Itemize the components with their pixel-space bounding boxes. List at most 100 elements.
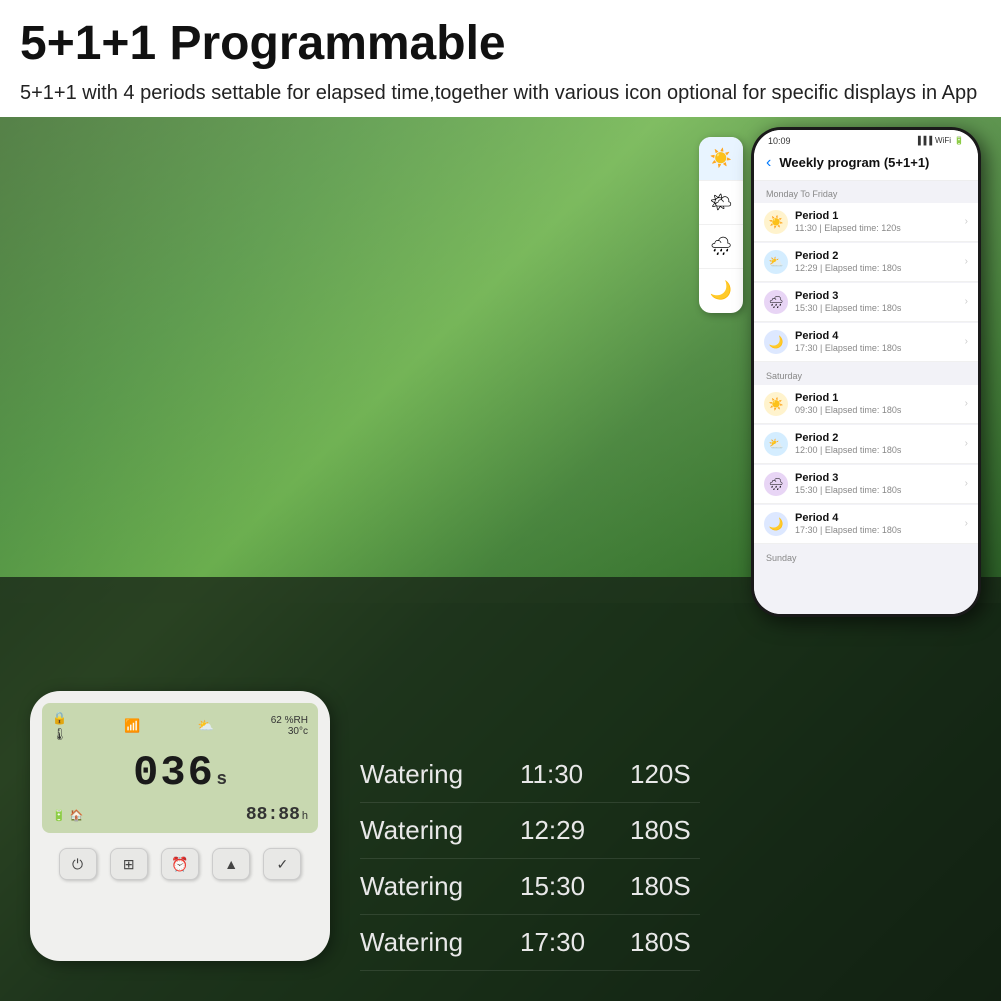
period-chevron-1-1: › <box>965 438 968 449</box>
period-icon-0-0: ☀️ <box>764 210 788 234</box>
schedule-labels: Watering 11:30 120S Watering 12:29 180S … <box>360 747 700 971</box>
period-icon-0-3: 🌙 <box>764 330 788 354</box>
period-name-0-0: Period 1 <box>795 210 958 222</box>
phone-section-label-2: Sunday <box>754 545 978 567</box>
phone-time: 10:09 <box>768 136 791 146</box>
schedule-label-0: Watering <box>360 759 490 790</box>
phone-content[interactable]: Monday To Friday ☀️ Period 1 11:30 | Ela… <box>754 181 978 614</box>
period-chevron-1-2: › <box>965 478 968 489</box>
period-chevron-0-0: › <box>965 216 968 227</box>
phone-section-label-0: Monday To Friday <box>754 181 978 203</box>
main-title: 5+1+1 Programmable <box>20 18 981 71</box>
period-info-0-2: Period 3 15:30 | Elapsed time: 180s <box>795 290 958 313</box>
main-area: 🔒 🌡 📶 ⛅ 62 %RH 30°c 036 s <box>0 117 1001 1001</box>
schedule-time-3: 17:30 <box>520 927 600 958</box>
icon-strip-item-2[interactable]: 🌧 <box>699 225 743 269</box>
time-row: 88:88 h <box>246 805 308 825</box>
device-btn-power[interactable]: ⏻ <box>59 848 97 880</box>
schedule-duration-2: 180S <box>630 871 700 902</box>
phone-period-item-0-3[interactable]: 🌙 Period 4 17:30 | Elapsed time: 180s › <box>754 323 978 362</box>
period-info-0-3: Period 4 17:30 | Elapsed time: 180s <box>795 330 958 353</box>
period-chevron-0-3: › <box>965 336 968 347</box>
period-chevron-1-3: › <box>965 518 968 529</box>
schedule-time-1: 12:29 <box>520 815 600 846</box>
phone-header-title: Weekly program (5+1+1) <box>779 155 929 170</box>
icon-strip-item-3[interactable]: 🌙 <box>699 269 743 313</box>
period-icon-1-1: ⛅ <box>764 432 788 456</box>
period-time-0-1: 12:29 | Elapsed time: 180s <box>795 263 958 273</box>
phone-period-item-1-2[interactable]: 🌧 Period 3 15:30 | Elapsed time: 180s › <box>754 465 978 504</box>
temp-display: 30°c <box>288 726 308 737</box>
phone-screen: 10:09 ▐▐▐ WiFi 🔋 ‹ Weekly program (5+1+1… <box>754 130 978 614</box>
phone-period-item-0-0[interactable]: ☀️ Period 1 11:30 | Elapsed time: 120s › <box>754 203 978 242</box>
period-info-1-2: Period 3 15:30 | Elapsed time: 180s <box>795 472 958 495</box>
signal-icon: ▐▐▐ <box>915 136 932 145</box>
icon-strip-item-0[interactable]: ☀️ <box>699 137 743 181</box>
schedule-row-3: Watering 17:30 180S <box>360 915 700 971</box>
temp-icon: 🌡 <box>52 727 67 741</box>
screen-number: 036 <box>133 749 215 797</box>
phone-period-item-1-3[interactable]: 🌙 Period 4 17:30 | Elapsed time: 180s › <box>754 505 978 544</box>
cloud-icon: ⛅ <box>198 718 214 734</box>
screen-icons-left: 🔒 🌡 <box>52 711 67 741</box>
schedule-label-2: Watering <box>360 871 490 902</box>
period-info-1-1: Period 2 12:00 | Elapsed time: 180s <box>795 432 958 455</box>
device-btn-menu[interactable]: ⊞ <box>110 848 148 880</box>
phone-section-label-1: Saturday <box>754 363 978 385</box>
device-body: 🔒 🌡 📶 ⛅ 62 %RH 30°c 036 s <box>30 691 330 961</box>
device-btn-confirm[interactable]: ✓ <box>263 848 301 880</box>
humidity-display: 62 %RH <box>271 715 308 726</box>
time-display: 88:88 <box>246 805 300 825</box>
schedule-row-0: Watering 11:30 120S <box>360 747 700 803</box>
phone-nav: ‹ Weekly program (5+1+1) <box>766 154 966 172</box>
period-icon-0-1: ⛅ <box>764 250 788 274</box>
period-info-0-1: Period 2 12:29 | Elapsed time: 180s <box>795 250 958 273</box>
period-name-1-0: Period 1 <box>795 392 958 404</box>
wifi-icon: 📶 <box>124 718 140 734</box>
period-chevron-0-2: › <box>965 296 968 307</box>
period-time-0-2: 15:30 | Elapsed time: 180s <box>795 303 958 313</box>
lock-icon: 🔒 <box>52 711 67 725</box>
screen-right-info: 62 %RH 30°c <box>271 715 308 737</box>
phone-container: 10:09 ▐▐▐ WiFi 🔋 ‹ Weekly program (5+1+1… <box>751 127 981 617</box>
phone-period-item-1-0[interactable]: ☀️ Period 1 09:30 | Elapsed time: 180s › <box>754 385 978 424</box>
schedule-row-2: Watering 15:30 180S <box>360 859 700 915</box>
phone-back-button[interactable]: ‹ <box>766 154 771 172</box>
period-icon-1-2: 🌧 <box>764 472 788 496</box>
schedule-time-0: 11:30 <box>520 759 600 790</box>
period-info-0-0: Period 1 11:30 | Elapsed time: 120s <box>795 210 958 233</box>
period-time-1-3: 17:30 | Elapsed time: 180s <box>795 525 958 535</box>
schedule-label-3: Watering <box>360 927 490 958</box>
schedule-row-1: Watering 12:29 180S <box>360 803 700 859</box>
device-btn-up[interactable]: ▲ <box>212 848 250 880</box>
battery-status-icon: 🔋 <box>954 136 964 145</box>
phone-period-item-0-2[interactable]: 🌧 Period 3 15:30 | Elapsed time: 180s › <box>754 283 978 322</box>
phone-period-item-0-1[interactable]: ⛅ Period 2 12:29 | Elapsed time: 180s › <box>754 243 978 282</box>
schedule-time-2: 15:30 <box>520 871 600 902</box>
time-h-unit: h <box>302 810 308 822</box>
icon-strip-item-1[interactable]: 🌤 <box>699 181 743 225</box>
period-time-1-0: 09:30 | Elapsed time: 180s <box>795 405 958 415</box>
sub-title: 5+1+1 with 4 periods settable for elapse… <box>20 79 981 107</box>
period-time-0-3: 17:30 | Elapsed time: 180s <box>795 343 958 353</box>
schedule-duration-3: 180S <box>630 927 700 958</box>
period-icon-0-2: 🌧 <box>764 290 788 314</box>
period-info-1-0: Period 1 09:30 | Elapsed time: 180s <box>795 392 958 415</box>
page-wrapper: 5+1+1 Programmable 5+1+1 with 4 periods … <box>0 0 1001 1001</box>
period-icon-1-3: 🌙 <box>764 512 788 536</box>
period-name-0-1: Period 2 <box>795 250 958 262</box>
device-btn-clock[interactable]: ⏰ <box>161 848 199 880</box>
period-time-1-1: 12:00 | Elapsed time: 180s <box>795 445 958 455</box>
period-name-1-2: Period 3 <box>795 472 958 484</box>
screen-top-row: 🔒 🌡 📶 ⛅ 62 %RH 30°c <box>52 711 308 741</box>
phone-header: ‹ Weekly program (5+1+1) <box>754 148 978 181</box>
period-time-0-0: 11:30 | Elapsed time: 120s <box>795 223 958 233</box>
phone-period-item-1-1[interactable]: ⛅ Period 2 12:00 | Elapsed time: 180s › <box>754 425 978 464</box>
period-time-1-2: 15:30 | Elapsed time: 180s <box>795 485 958 495</box>
schedule-duration-0: 120S <box>630 759 700 790</box>
device-container: 🔒 🌡 📶 ⛅ 62 %RH 30°c 036 s <box>30 691 340 971</box>
home-icon: 🏠 <box>70 809 84 822</box>
period-name-0-2: Period 3 <box>795 290 958 302</box>
device-screen: 🔒 🌡 📶 ⛅ 62 %RH 30°c 036 s <box>42 703 318 833</box>
period-icon-1-0: ☀️ <box>764 392 788 416</box>
